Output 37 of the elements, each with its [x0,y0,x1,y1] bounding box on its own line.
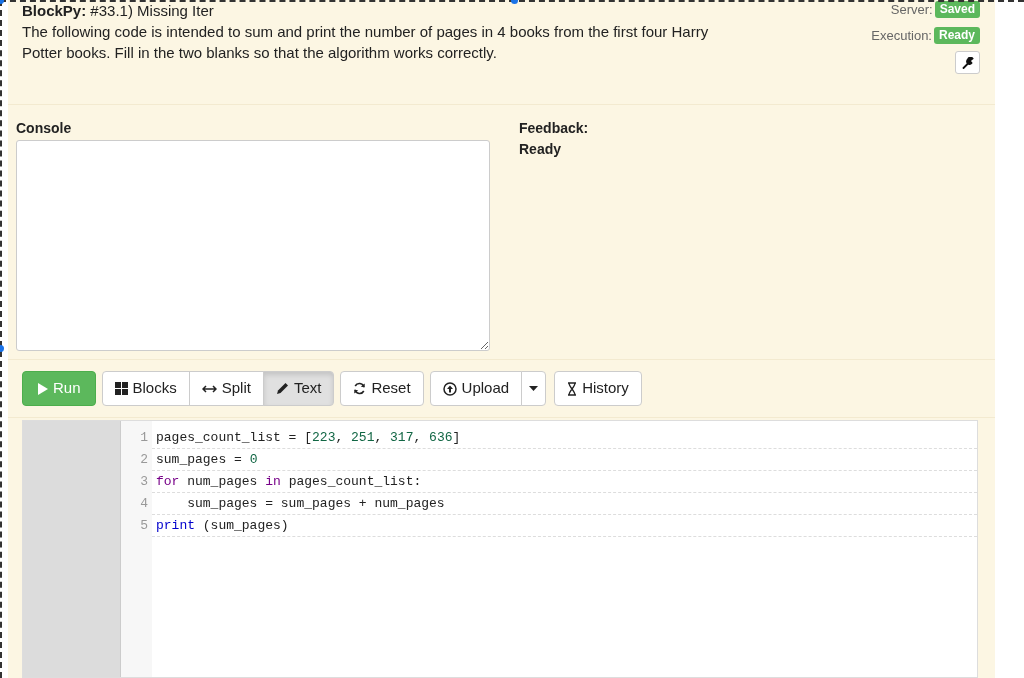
status-badge: Ready [933,26,980,44]
caret-icon [529,386,539,391]
feedback-label: Feedback: [519,119,589,137]
line-number: 3 [139,473,149,491]
instructions-text: The following code is intended to sum and print the number of pages in 4 books from the first four Harry Potter books. Fill in the two blanks so that the algorithm works correctly. [22,22,710,63]
view-tab[interactable]: Blocks [101,371,190,406]
view-tab[interactable]: Text [262,371,335,406]
wrench-button[interactable] [955,51,980,74]
status-label: Execution: [871,26,932,45]
line-number: 5 [139,517,149,535]
line-number: 1 [139,429,149,447]
dropdown-button[interactable] [521,371,547,406]
upload-icon [442,381,457,396]
code-line: for num_pages in pages_count_list: [152,471,977,493]
wrench-icon [961,56,974,69]
assignment-title: BlockPy: #33.1) Missing Iter [22,2,215,20]
code-line: print (sum_pages) [152,515,977,537]
refresh-icon [353,382,367,395]
code-line: sum_pages = 0 [152,449,977,471]
view-tab[interactable]: Split [188,371,264,406]
status-badge: Saved [934,1,980,19]
console-field[interactable] [16,140,490,351]
pencil-icon [275,382,289,395]
hourglass-icon [567,381,578,396]
double-arrow-icon [201,384,217,393]
upload-button[interactable]: Upload [429,371,523,406]
history-button[interactable]: History [554,371,642,406]
console-label: Console [16,119,73,137]
status-label: Server: [890,1,933,19]
line-number: 4 [139,495,149,513]
code-line: sum_pages = sum_pages + num_pages [152,493,977,515]
feedback-message: Ready [519,140,563,158]
grid-icon [114,382,128,395]
reset-button[interactable]: Reset [340,371,424,406]
play-icon [37,382,48,395]
code-line: pages_count_list = [223, 251, 317, 636] [152,427,977,449]
line-number: 2 [139,451,149,469]
